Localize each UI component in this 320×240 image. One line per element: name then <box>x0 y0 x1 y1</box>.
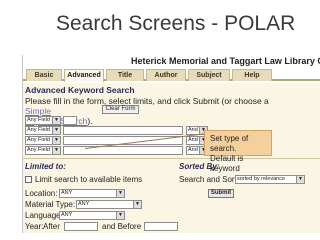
page-title: Advanced Keyword Search <box>25 85 135 95</box>
chevron-down-icon: ▼ <box>133 201 141 208</box>
callout-line-1: Set type of search. <box>210 134 249 153</box>
year-before-label: and Before <box>102 222 142 231</box>
field-select-value: Any Field <box>27 147 50 153</box>
language-value: ANY <box>61 212 73 218</box>
year-label: Year: <box>25 222 44 231</box>
chevron-down-icon: ▼ <box>52 137 60 144</box>
callout-line-2: Default is keyword <box>210 154 244 173</box>
location-label: Location: <box>25 189 58 198</box>
chevron-down-icon: ▼ <box>296 176 304 183</box>
simple-search-link[interactable]: Simple <box>25 106 51 116</box>
tab-help[interactable]: Help <box>232 69 272 81</box>
chevron-down-icon: ▼ <box>52 147 60 154</box>
search-term-input-1[interactable] <box>63 116 77 125</box>
field-select-4[interactable]: Any Field ▼ <box>25 146 61 155</box>
clear-form-button[interactable]: Clear Form <box>102 105 139 114</box>
tab-advanced[interactable]: Advanced <box>64 69 104 82</box>
chevron-down-icon: ▼ <box>116 212 124 219</box>
sort-value: sorted by relevance <box>237 176 285 182</box>
section-divider <box>23 158 320 159</box>
tab-basic[interactable]: Basic <box>26 69 62 81</box>
material-type-select[interactable]: ANY ▼ <box>76 200 142 209</box>
language-select[interactable]: ANY ▼ <box>59 211 125 220</box>
submit-button[interactable]: Submit <box>208 189 234 198</box>
material-type-label: Material Type: <box>25 200 76 209</box>
boolean-select-value: And <box>188 137 198 143</box>
limits-heading: Limited to: <box>25 162 66 171</box>
search-term-input-4[interactable] <box>63 146 183 155</box>
field-select-2[interactable]: Any Field ▼ <box>25 126 61 135</box>
boolean-select-value: And <box>188 127 198 133</box>
year-after-label: After <box>43 222 60 231</box>
chevron-down-icon: ▼ <box>52 127 60 134</box>
tab-bar: Basic Advanced Title Author Subject Help <box>23 69 320 82</box>
year-after-input[interactable] <box>64 222 98 231</box>
tab-subject[interactable]: Subject <box>188 69 230 81</box>
sort-select[interactable]: sorted by relevance ▼ <box>235 175 305 184</box>
tab-author[interactable]: Author <box>146 69 186 81</box>
field-select-value: Any Field <box>27 127 50 133</box>
location-select[interactable]: ANY ▼ <box>59 189 125 198</box>
field-select-value: Any Field <box>27 137 50 143</box>
instructions-end: ). <box>87 116 93 126</box>
slide-title: Search Screens - POLAR <box>56 12 296 35</box>
callout-note: Set type of search. Default is keyword <box>204 130 272 173</box>
field-select-3[interactable]: Any Field ▼ <box>25 136 61 145</box>
language-label: Language: <box>25 211 63 220</box>
boolean-select-value: And <box>188 147 198 153</box>
field-select-value: Any Field <box>27 117 50 123</box>
location-value: ANY <box>61 190 73 196</box>
advanced-search-panel: Advanced Keyword Search Please fill in t… <box>23 83 320 233</box>
chevron-down-icon: ▼ <box>116 190 124 197</box>
available-items-label: Limit search to available items <box>35 175 143 184</box>
year-before-input[interactable] <box>144 222 178 231</box>
instructions-text: Please fill in the form, select limits, … <box>25 96 269 106</box>
tab-title[interactable]: Title <box>106 69 144 81</box>
available-items-checkbox[interactable] <box>25 176 32 183</box>
library-header: Heterick Memorial and Taggart Law Librar… <box>131 56 320 66</box>
material-type-value: ANY <box>78 201 90 207</box>
chevron-down-icon: ▼ <box>52 117 60 124</box>
search-sort-label: Search and Sort: <box>179 175 240 184</box>
catalog-window: Heterick Memorial and Taggart Law Librar… <box>22 55 320 233</box>
search-term-input-2[interactable] <box>63 126 183 135</box>
field-select-1[interactable]: Any Field ▼ <box>25 116 61 125</box>
